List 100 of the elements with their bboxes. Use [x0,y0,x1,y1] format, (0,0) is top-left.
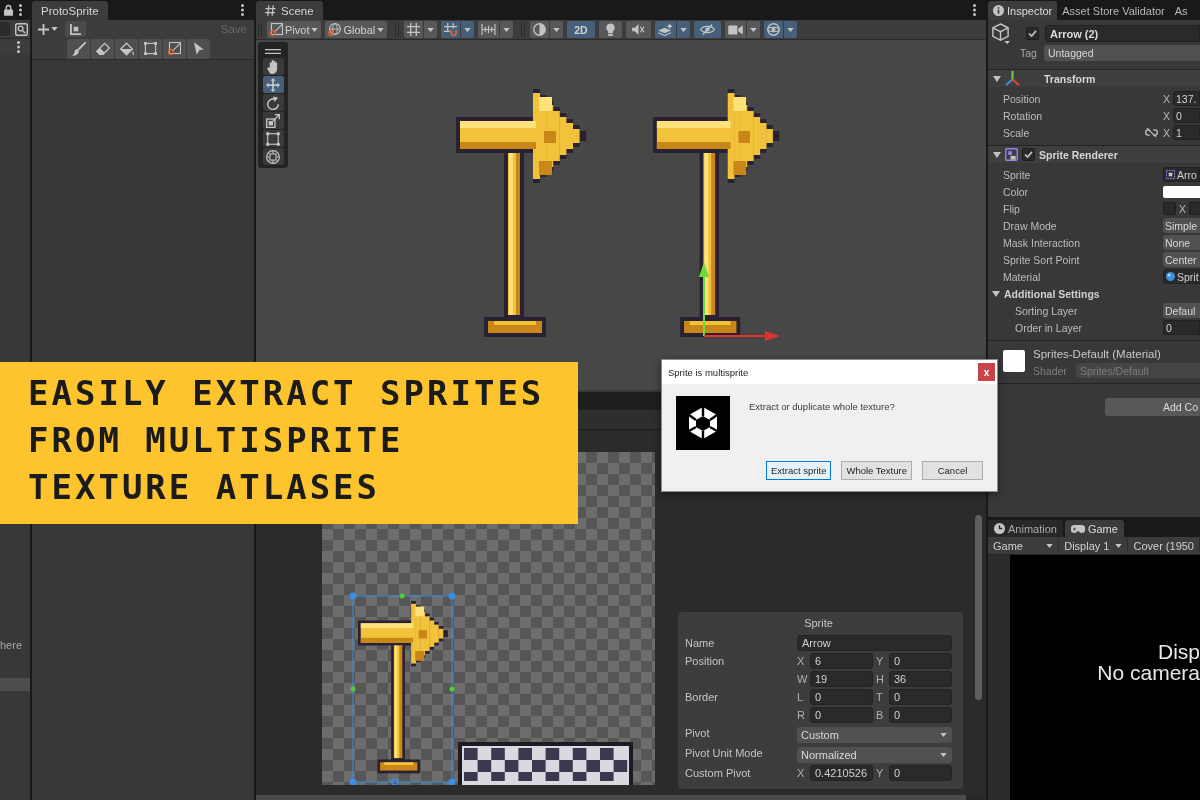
audio-toggle[interactable] [625,21,651,38]
foldout-arrow-icon[interactable] [993,75,1001,82]
lock-icon[interactable] [4,4,13,16]
more-options-icon[interactable] [973,4,976,16]
pivot-dropdown[interactable]: Pivot [267,21,322,38]
number-field[interactable]: 6 [810,653,873,669]
number-field[interactable]: 0 [889,689,952,705]
number-field[interactable]: 137. [1173,91,1200,106]
fill-tool-button[interactable] [115,38,138,59]
scene-tab[interactable]: Scene [256,1,323,20]
visibility-toggle[interactable] [693,21,721,38]
panel-tab[interactable]: ProtoSprite [32,1,108,20]
vertical-scrollbar[interactable] [975,515,982,700]
eraser-tool-button[interactable] [91,38,114,59]
flip-y-checkbox[interactable] [1189,202,1200,215]
component-enabled-checkbox[interactable] [1022,148,1035,161]
2d-mode-toggle[interactable]: 2D [567,21,595,38]
corner-handle[interactable] [448,778,456,785]
foldout-title[interactable]: Additional Settings [1004,287,1100,300]
foldout-arrow-icon[interactable] [992,290,1000,297]
dropdown-arrow-button[interactable] [550,21,564,38]
number-field[interactable]: 19 [810,671,873,687]
active-checkbox[interactable] [1026,27,1039,40]
brush-tool-button[interactable] [67,38,90,59]
horizontal-scrollbar[interactable] [256,795,966,800]
cube-icon[interactable] [991,23,1010,44]
gizmos-toggle[interactable] [763,21,783,38]
more-options-icon[interactable] [17,40,20,53]
pivot-handle[interactable] [391,778,399,785]
add-component-button[interactable]: Add Co [1105,398,1200,416]
inspector-tab[interactable]: As [1169,1,1193,20]
rotate-tool-button[interactable] [262,94,284,111]
toolbar-dropdown[interactable]: Game [988,537,1060,554]
text-field[interactable]: Arrow [797,635,952,651]
dropdown-arrow-button[interactable] [461,21,475,38]
close-button[interactable]: x [978,363,995,381]
number-field[interactable]: 0 [889,653,952,669]
number-field[interactable]: 0 [889,765,952,781]
dropdown[interactable]: Normalized [797,747,952,763]
panel-tab[interactable]: Game [1064,520,1124,537]
hand-tool-button[interactable] [262,58,284,75]
effects-toggle[interactable] [654,21,676,38]
increment-snap-toggle[interactable] [478,21,500,38]
dropdown[interactable]: Defaul [1163,303,1200,318]
resize-tool-button[interactable] [163,38,186,59]
edge-handle[interactable] [350,686,356,692]
object-field[interactable]: Sprit [1163,269,1200,284]
camera-toggle[interactable] [724,21,746,38]
object-field[interactable]: Arro [1163,167,1200,182]
number-field[interactable]: 0 [889,707,952,723]
more-options-icon[interactable] [241,4,244,16]
grid-toggle[interactable] [404,21,424,38]
select-tool-button[interactable] [139,38,162,59]
dropdown-arrow-button[interactable] [783,21,797,38]
scale-tool-button[interactable] [262,112,284,129]
foldout-arrow-icon[interactable] [993,151,1001,158]
transform-tool-button[interactable] [262,148,284,165]
y-axis-handle[interactable] [699,262,709,337]
flip-x-checkbox[interactable] [1163,202,1176,215]
dropdown-arrow-button[interactable] [424,21,438,38]
dropdown-arrow-button[interactable] [500,21,514,38]
dropdown[interactable]: Custom [797,727,952,743]
corner-tool-button[interactable] [65,21,86,37]
component-header[interactable]: Sprite Renderer [988,145,1200,163]
number-field[interactable]: 1 [1173,125,1200,140]
dropdown-arrow-button[interactable] [676,21,690,38]
grid-snap-toggle[interactable] [441,21,461,38]
pointer-tool-button[interactable] [187,38,210,59]
dropdown[interactable]: Center [1163,252,1200,267]
dropdown-arrow-button[interactable] [746,21,760,38]
broken-link-icon[interactable] [1145,128,1158,137]
move-tool-button[interactable] [262,76,284,93]
search-button[interactable] [14,22,28,36]
x-axis-handle[interactable] [703,331,780,341]
grip-icon[interactable] [265,48,281,54]
lighting-toggle[interactable] [598,21,622,38]
corner-handle[interactable] [349,778,357,785]
inspector-tab[interactable]: Asset Store Validator [1057,1,1170,20]
object-name-field[interactable]: Arrow (2) [1045,25,1200,42]
number-field[interactable]: 36 [889,671,952,687]
color-field[interactable] [1163,185,1200,198]
panel-tab[interactable]: Animation [988,520,1063,537]
corner-handle[interactable] [448,592,456,600]
number-field[interactable]: 0 [1163,320,1200,335]
edge-handle[interactable] [399,593,405,599]
edge-handle[interactable] [449,686,455,692]
rect-tool-button[interactable] [262,130,284,147]
dialog-button[interactable]: Cancel [922,461,983,480]
number-field[interactable]: 0 [1173,108,1200,123]
selection-rectangle[interactable] [352,595,453,783]
component-header[interactable]: Transform [988,69,1200,87]
number-field[interactable]: 0 [810,707,873,723]
number-field[interactable]: 0 [810,689,873,705]
toolbar-dropdown[interactable]: Cover (1950 [1128,537,1200,554]
more-options-icon[interactable] [19,4,22,16]
dropdown[interactable]: Simple [1163,218,1200,233]
tag-dropdown[interactable]: Untagged [1044,45,1200,61]
corner-handle[interactable] [349,592,357,600]
dialog-button[interactable]: Whole Texture [841,461,912,480]
dialog-button[interactable]: Extract sprite [766,461,832,480]
